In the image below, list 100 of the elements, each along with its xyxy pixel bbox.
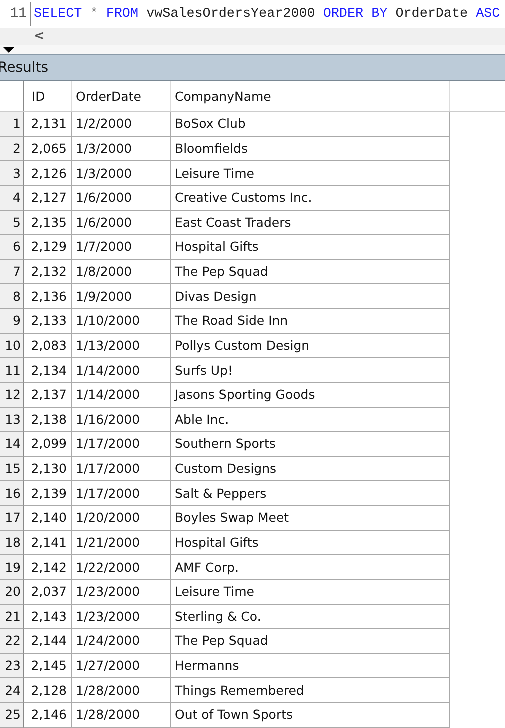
table-cell: 2,142 [24,555,72,580]
table-cell: 2,132 [24,260,72,284]
table-cell: Creative Customs Inc. [171,186,450,210]
table-cell: 2,137 [24,382,72,408]
table-cell: 1/27/2000 [72,654,171,678]
table-cell: 2,145 [24,654,72,678]
row-number[interactable]: 13 [0,408,24,432]
table-cell: Southern Sports [171,432,450,457]
table-cell: Jasons Sporting Goods [171,382,450,408]
table-cell: 2,099 [24,432,72,457]
row-number[interactable]: 19 [0,555,24,580]
table-cell: 1/23/2000 [72,604,171,630]
row-number[interactable]: 25 [0,703,24,728]
table-cell: Hospital Gifts [171,235,450,260]
row-number[interactable]: 7 [0,260,24,284]
table-cell: 2,130 [24,456,72,482]
table-cell: 1/21/2000 [72,530,171,556]
line-number: 11 [10,6,27,22]
table-cell: Hospital Gifts [171,530,450,556]
table-cell: Hermanns [171,654,450,678]
table-cell: 2,134 [24,358,72,383]
table-cell: 1/3/2000 [72,136,171,162]
table-cell: Leisure Time [171,161,450,186]
table-cell: 2,037 [24,580,72,604]
table-cell: Pollys Custom Design [171,334,450,358]
table-cell: 2,126 [24,161,72,186]
table-cell: 1/10/2000 [72,309,171,334]
row-number[interactable]: 22 [0,629,24,654]
row-number[interactable]: 1 [0,112,24,137]
table-cell: The Road Side Inn [171,309,450,334]
table-cell: 1/28/2000 [72,703,171,728]
table-cell: 1/6/2000 [72,186,171,210]
table-cell: 1/14/2000 [72,382,171,408]
table-cell: Bloomfields [171,136,450,162]
table-cell: Able Inc. [171,408,450,432]
table-cell: 2,140 [24,506,72,531]
row-number[interactable]: 11 [0,358,24,383]
table-cell: The Pep Squad [171,260,450,284]
row-number[interactable]: 18 [0,530,24,556]
table-cell: Salt & Peppers [171,481,450,506]
row-number[interactable]: 9 [0,309,24,334]
table-cell: Leisure Time [171,580,450,604]
table-cell: 1/3/2000 [72,161,171,186]
table-cell: 1/6/2000 [72,210,171,236]
row-number[interactable]: 12 [0,382,24,408]
table-cell: 1/16/2000 [72,408,171,432]
code-line: SELECT * FROM vwSalesOrdersYear2000 ORDER BY OrderDate ASC [33,6,500,22]
row-number[interactable]: 8 [0,284,24,309]
row-number[interactable]: 16 [0,481,24,506]
table-cell: 1/20/2000 [72,506,171,531]
row-number[interactable]: 14 [0,432,24,457]
row-number[interactable]: 3 [0,161,24,186]
table-cell: 2,133 [24,309,72,334]
table-cell: 2,144 [24,629,72,654]
table-cell: East Coast Traders [171,210,450,236]
row-number[interactable]: 21 [0,604,24,630]
table-cell: 2,146 [24,703,72,728]
table-cell: 2,141 [24,530,72,556]
table-cell: Custom Designs [171,456,450,482]
table-cell: 1/17/2000 [72,432,171,457]
table-cell: Surfs Up! [171,358,450,383]
table-cell: 2,128 [24,678,72,703]
table-cell: 2,136 [24,284,72,309]
row-number[interactable]: 2 [0,136,24,162]
table-cell: Out of Town Sports [171,703,450,728]
row-number[interactable]: 20 [0,580,24,604]
row-number[interactable]: 23 [0,654,24,678]
table-cell: 2,138 [24,408,72,432]
table-cell: 1/2/2000 [72,112,171,137]
table-cell: 2,129 [24,235,72,260]
row-number[interactable]: 10 [0,334,24,358]
table-cell: 1/28/2000 [72,678,171,703]
table-cell: 1/13/2000 [72,334,171,358]
row-number[interactable]: 4 [0,186,24,210]
table-cell: The Pep Squad [171,629,450,654]
row-number[interactable]: 15 [0,456,24,482]
row-number[interactable]: 17 [0,506,24,531]
table-cell: 2,131 [24,112,72,137]
table-cell: AMF Corp. [171,555,450,580]
table-cell: 1/9/2000 [72,284,171,309]
table-cell: Things Remembered [171,678,450,703]
table-cell: 1/22/2000 [72,555,171,580]
table-cell: 1/14/2000 [72,358,171,383]
row-number[interactable]: 6 [0,235,24,260]
row-number[interactable]: 5 [0,210,24,236]
table-cell: 2,083 [24,334,72,358]
table-cell: 1/23/2000 [72,580,171,604]
table-cell: Sterling & Co. [171,604,450,630]
table-cell: 1/17/2000 [72,456,171,482]
table-cell: 1/8/2000 [72,260,171,284]
table-cell: Boyles Swap Meet [171,506,450,531]
row-number[interactable]: 24 [0,678,24,703]
table-cell: 1/17/2000 [72,481,171,506]
table-cell: 2,135 [24,210,72,236]
table-cell: Divas Design [171,284,450,309]
table-cell: 2,139 [24,481,72,506]
table-cell: 2,127 [24,186,72,210]
table-cell: 1/7/2000 [72,235,171,260]
table-cell: 2,065 [24,136,72,162]
table-cell: 2,143 [24,604,72,630]
